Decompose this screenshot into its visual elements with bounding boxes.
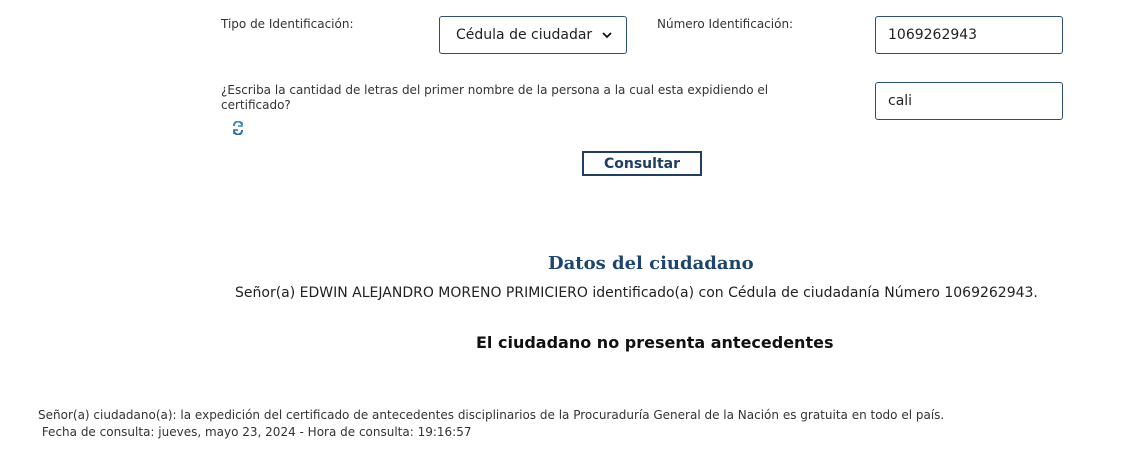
consultar-button[interactable]: Consultar <box>582 151 702 176</box>
refresh-icon[interactable] <box>231 121 245 135</box>
status-text: El ciudadano no presenta antecedentes <box>476 333 834 352</box>
section-title: Datos del ciudadano <box>548 253 754 274</box>
security-question-label: ¿Escriba la cantidad de letras del prime… <box>221 83 769 112</box>
id-number-value: 1069262943 <box>888 27 978 43</box>
id-type-label: Tipo de Identificación: <box>221 17 354 31</box>
id-type-select[interactable]: Cédula de ciudadar <box>439 16 627 54</box>
footer-notice: Señor(a) ciudadano(a): la expedición del… <box>38 408 945 422</box>
id-number-input[interactable]: 1069262943 <box>875 16 1063 54</box>
footer-timestamp: Fecha de consulta: jueves, mayo 23, 2024… <box>38 425 472 439</box>
citizen-info-text: Señor(a) EDWIN ALEJANDRO MORENO PRIMICIE… <box>235 285 1038 301</box>
chevron-down-icon <box>602 32 612 39</box>
security-answer-value: cali <box>888 93 913 109</box>
security-answer-input[interactable]: cali <box>875 82 1063 120</box>
certificate-query-page: Tipo de Identificación: Cédula de ciudad… <box>0 0 1127 455</box>
id-number-label: Número Identificación: <box>657 17 794 31</box>
id-type-selected-value: Cédula de ciudadar <box>456 27 593 43</box>
